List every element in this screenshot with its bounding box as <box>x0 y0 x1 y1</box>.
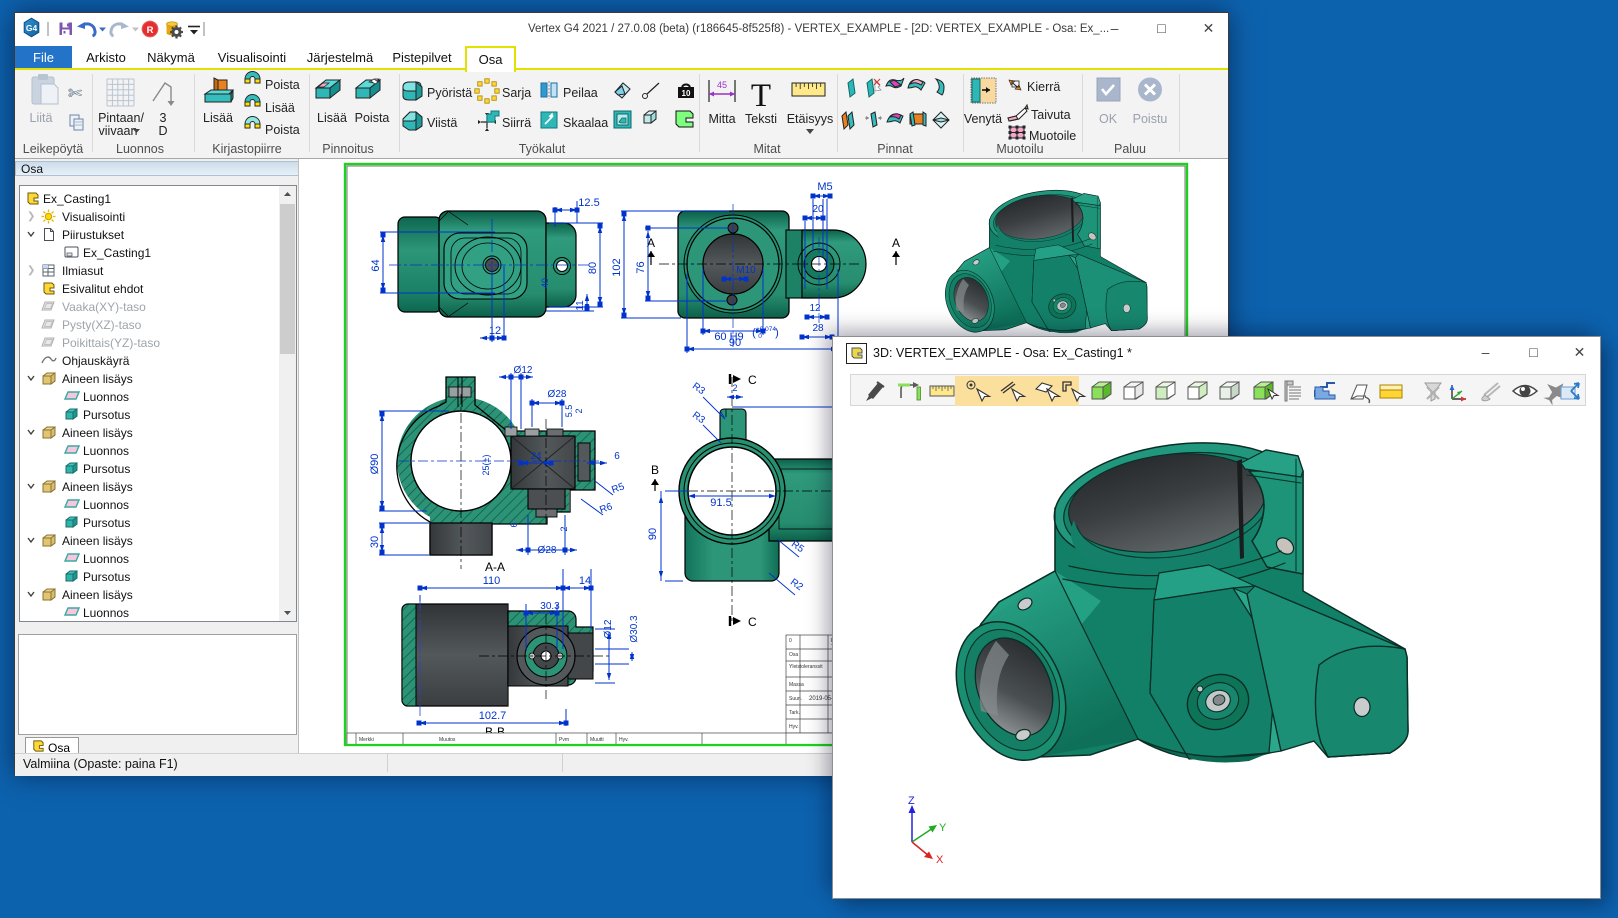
svg-text:Etäisyys: Etäisyys <box>787 112 834 126</box>
svg-text:25(±): 25(±) <box>481 455 491 476</box>
svg-text:30.3: 30.3 <box>540 601 560 612</box>
svg-text:Yleistoleranssit: Yleistoleranssit <box>789 664 823 670</box>
svg-text:Kierrä: Kierrä <box>1027 80 1060 94</box>
svg-text:Taivuta: Taivuta <box>1031 108 1071 122</box>
svg-text:Y: Y <box>939 822 947 834</box>
svg-text:D: D <box>158 124 167 138</box>
svg-text:76: 76 <box>635 261 647 273</box>
svg-text:12: 12 <box>809 303 821 314</box>
svg-text:Z: Z <box>908 795 915 807</box>
svg-text:0: 0 <box>789 638 792 644</box>
svg-text:102: 102 <box>611 258 623 276</box>
svg-text:Liitä: Liitä <box>30 111 53 125</box>
svg-text:6: 6 <box>509 522 519 527</box>
svg-text:A-A: A-A <box>485 560 505 574</box>
svg-text:110: 110 <box>483 575 501 587</box>
svg-text:T: T <box>751 78 771 114</box>
svg-text:Ø28: Ø28 <box>548 389 567 400</box>
svg-text:Ø30.3: Ø30.3 <box>629 615 640 643</box>
svg-text:90: 90 <box>729 337 741 349</box>
svg-text:28: 28 <box>812 323 824 334</box>
svg-text:OK: OK <box>1099 112 1118 126</box>
svg-text:Poista: Poista <box>355 111 390 125</box>
svg-text:viivaan: viivaan <box>99 124 138 138</box>
svg-text:20: 20 <box>812 204 824 215</box>
svg-text:Poista: Poista <box>265 78 300 92</box>
svg-text:Muutti: Muutti <box>590 737 604 743</box>
svg-text:Merkki: Merkki <box>359 737 374 743</box>
svg-text:Lisää: Lisää <box>203 111 233 125</box>
svg-text:12.5: 12.5 <box>578 197 599 209</box>
svg-text:11: 11 <box>575 300 586 311</box>
svg-text:Peilaa: Peilaa <box>563 86 598 100</box>
svg-text:Teksti: Teksti <box>745 112 777 126</box>
svg-text:Siirrä: Siirrä <box>502 116 531 130</box>
svg-text:Ø90: Ø90 <box>369 454 381 475</box>
svg-text:3: 3 <box>160 111 167 125</box>
svg-text:Lisää: Lisää <box>317 111 347 125</box>
svg-text:Ø12: Ø12 <box>514 365 533 376</box>
svg-text:B: B <box>651 463 659 477</box>
svg-text:Viistä: Viistä <box>427 116 457 130</box>
svg-text:Mitta: Mitta <box>708 112 735 126</box>
svg-text:Sarja: Sarja <box>502 86 531 100</box>
svg-text:Tark.: Tark. <box>789 710 800 716</box>
svg-text:Poista: Poista <box>265 123 300 137</box>
svg-text:Pintaan/: Pintaan/ <box>98 111 144 125</box>
svg-text:+0.074: +0.074 <box>756 326 776 333</box>
svg-text:Ø12: Ø12 <box>603 619 614 638</box>
svg-text:10: 10 <box>682 89 691 98</box>
svg-text:Hyv.: Hyv. <box>789 724 799 730</box>
svg-text:C: C <box>748 373 757 387</box>
svg-text:45: 45 <box>717 80 727 90</box>
svg-text:12: 12 <box>489 325 501 337</box>
svg-text:M5: M5 <box>817 181 832 193</box>
svg-text:(: ( <box>752 327 756 339</box>
svg-text:90: 90 <box>647 528 659 540</box>
svg-text:Massa: Massa <box>789 682 804 688</box>
svg-text:): ) <box>775 327 779 339</box>
svg-text:X: X <box>936 854 944 866</box>
svg-text:C: C <box>748 615 757 629</box>
svg-text:5.5: 5.5 <box>564 405 574 418</box>
svg-text:G4: G4 <box>26 23 38 33</box>
svg-text:102.7: 102.7 <box>479 710 507 722</box>
svg-text:40: 40 <box>540 278 550 288</box>
svg-text:Ø28: Ø28 <box>538 545 557 556</box>
svg-text:A: A <box>892 236 900 250</box>
svg-text:6: 6 <box>614 451 620 462</box>
svg-text:2: 2 <box>574 408 584 413</box>
svg-text:2: 2 <box>732 383 737 393</box>
svg-text:30: 30 <box>369 536 381 548</box>
svg-text:✄: ✄ <box>68 84 83 103</box>
svg-text:Pyöristä: Pyöristä <box>427 86 472 100</box>
svg-text:Lisää: Lisää <box>265 101 295 115</box>
svg-text:Venytä: Venytä <box>964 112 1002 126</box>
svg-text:Skaalaa: Skaalaa <box>563 116 608 130</box>
svg-text:Muotoile: Muotoile <box>1029 129 1076 143</box>
svg-text:0: 0 <box>758 333 762 340</box>
svg-text:Osa: Osa <box>789 652 798 658</box>
svg-text:Muutos: Muutos <box>439 737 456 743</box>
svg-text:80: 80 <box>587 262 599 274</box>
svg-text:14: 14 <box>579 575 591 587</box>
svg-text:91.5: 91.5 <box>710 497 731 509</box>
svg-text:Hyv.: Hyv. <box>619 737 629 743</box>
svg-text:Suun.: Suun. <box>789 696 802 702</box>
svg-text:2: 2 <box>559 526 569 531</box>
svg-text:Poistu: Poistu <box>1133 112 1168 126</box>
svg-text:24: 24 <box>530 451 542 462</box>
svg-text:M10: M10 <box>736 265 756 276</box>
svg-text:64: 64 <box>370 259 382 271</box>
svg-text:Pvm: Pvm <box>559 737 569 743</box>
svg-text:R: R <box>147 25 154 36</box>
